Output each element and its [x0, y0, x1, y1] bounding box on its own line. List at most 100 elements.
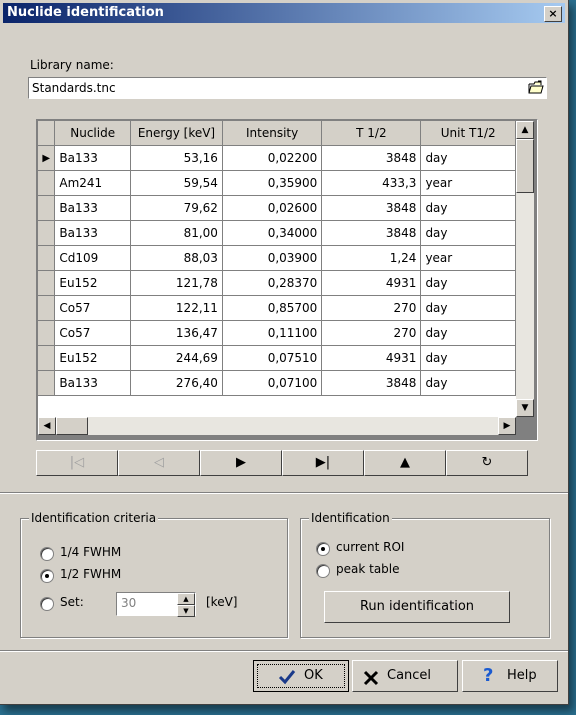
ok-button[interactable]: OK: [253, 660, 349, 692]
scroll-left-icon[interactable]: ◀: [38, 417, 56, 435]
open-file-icon[interactable]: [528, 80, 544, 95]
run-identification-button[interactable]: Run identification: [324, 591, 510, 623]
table-row[interactable]: Cd109 88,03 0,03900 1,24 year: [38, 245, 516, 271]
current-roi-radio[interactable]: [316, 542, 330, 556]
next-record-button[interactable]: ▶: [200, 450, 282, 476]
vertical-scrollbar[interactable]: ▲ ▼: [516, 121, 534, 417]
row-indicator[interactable]: ▶: [38, 145, 56, 171]
prior-record-button[interactable]: ◁: [118, 450, 200, 476]
nuclide-cell[interactable]: Cd109: [54, 245, 132, 271]
nuclide-cell[interactable]: Ba133: [54, 195, 132, 221]
energy-cell[interactable]: 122,11: [130, 295, 223, 321]
half-life-cell[interactable]: 1,24: [321, 245, 422, 271]
intensity-cell[interactable]: 0,28370: [222, 270, 323, 296]
table-row[interactable]: Eu152 121,78 0,28370 4931 day: [38, 270, 516, 296]
half-life-cell[interactable]: 3848: [321, 145, 422, 171]
table-row[interactable]: Ba133 81,00 0,34000 3848 day: [38, 220, 516, 246]
scroll-up-icon[interactable]: ▲: [516, 121, 534, 139]
unit-cell[interactable]: year: [420, 245, 516, 271]
nuclide-cell[interactable]: Co57: [54, 295, 132, 321]
column-header-energy[interactable]: Energy [keV]: [130, 121, 223, 146]
unit-cell[interactable]: day: [420, 295, 516, 321]
table-row[interactable]: Eu152 244,69 0,07510 4931 day: [38, 345, 516, 371]
row-indicator[interactable]: [38, 170, 56, 196]
horizontal-scroll-thumb[interactable]: [56, 417, 88, 435]
row-indicator[interactable]: [38, 270, 56, 296]
half-fwhm-radio[interactable]: [40, 569, 54, 583]
column-header-unit[interactable]: Unit T1/2: [420, 121, 516, 146]
spin-up-icon[interactable]: ▲: [177, 593, 195, 605]
title-bar[interactable]: Nuclide identification ×: [3, 3, 565, 23]
unit-cell[interactable]: year: [420, 170, 516, 196]
row-indicator[interactable]: [38, 195, 56, 221]
nuclide-cell[interactable]: Co57: [54, 320, 132, 346]
row-indicator[interactable]: [38, 320, 56, 346]
unit-cell[interactable]: day: [420, 370, 516, 396]
half-life-cell[interactable]: 4931: [321, 270, 422, 296]
refresh-button[interactable]: ↻: [446, 450, 528, 476]
cancel-button[interactable]: Cancel: [352, 660, 458, 692]
intensity-cell[interactable]: 0,34000: [222, 220, 323, 246]
half-life-cell[interactable]: 270: [321, 320, 422, 346]
intensity-cell[interactable]: 0,07510: [222, 345, 323, 371]
unit-cell[interactable]: day: [420, 345, 516, 371]
energy-cell[interactable]: 79,62: [130, 195, 223, 221]
table-row[interactable]: Co57 136,47 0,11100 270 day: [38, 320, 516, 346]
intensity-cell[interactable]: 0,11100: [222, 320, 323, 346]
unit-cell[interactable]: day: [420, 320, 516, 346]
quarter-fwhm-radio[interactable]: [40, 547, 54, 561]
unit-cell[interactable]: day: [420, 195, 516, 221]
up-button[interactable]: ▲: [364, 450, 446, 476]
row-indicator[interactable]: [38, 370, 56, 396]
first-record-button[interactable]: |◁: [36, 450, 118, 476]
unit-cell[interactable]: day: [420, 270, 516, 296]
row-indicator[interactable]: [38, 245, 56, 271]
table-row[interactable]: ▶ Ba133 53,16 0,02200 3848 day: [38, 145, 516, 171]
intensity-cell[interactable]: 0,07100: [222, 370, 323, 396]
table-row[interactable]: Am241 59,54 0,35900 433,3 year: [38, 170, 516, 196]
set-radio[interactable]: [40, 597, 54, 611]
intensity-cell[interactable]: 0,02600: [222, 195, 323, 221]
spin-down-icon[interactable]: ▼: [177, 605, 195, 617]
unit-cell[interactable]: day: [420, 220, 516, 246]
energy-cell[interactable]: 276,40: [130, 370, 223, 396]
set-value-spinner[interactable]: 30 ▲ ▼: [116, 592, 196, 617]
half-life-cell[interactable]: 270: [321, 295, 422, 321]
nuclide-cell[interactable]: Ba133: [54, 370, 132, 396]
last-record-button[interactable]: ▶|: [282, 450, 364, 476]
unit-cell[interactable]: day: [420, 145, 516, 171]
half-life-cell[interactable]: 3848: [321, 195, 422, 221]
nuclide-table[interactable]: Nuclide Energy [keV] Intensity T 1/2 Uni…: [36, 119, 538, 441]
nuclide-cell[interactable]: Am241: [54, 170, 132, 196]
column-header-half-life[interactable]: T 1/2: [321, 121, 422, 146]
energy-cell[interactable]: 53,16: [130, 145, 223, 171]
half-life-cell[interactable]: 3848: [321, 370, 422, 396]
nuclide-cell[interactable]: Eu152: [54, 270, 132, 296]
energy-cell[interactable]: 88,03: [130, 245, 223, 271]
close-button[interactable]: ×: [544, 6, 562, 22]
half-life-cell[interactable]: 4931: [321, 345, 422, 371]
scroll-right-icon[interactable]: ▶: [498, 417, 516, 435]
energy-cell[interactable]: 136,47: [130, 320, 223, 346]
vertical-scroll-thumb[interactable]: [516, 139, 534, 193]
energy-cell[interactable]: 81,00: [130, 220, 223, 246]
row-indicator[interactable]: [38, 295, 56, 321]
energy-cell[interactable]: 121,78: [130, 270, 223, 296]
half-life-cell[interactable]: 3848: [321, 220, 422, 246]
half-life-cell[interactable]: 433,3: [321, 170, 422, 196]
help-button[interactable]: ? Help: [462, 660, 558, 692]
intensity-cell[interactable]: 0,03900: [222, 245, 323, 271]
library-name-field[interactable]: Standards.tnc: [28, 77, 547, 99]
scroll-down-icon[interactable]: ▼: [516, 399, 534, 417]
intensity-cell[interactable]: 0,85700: [222, 295, 323, 321]
nuclide-cell[interactable]: Ba133: [54, 145, 132, 171]
nuclide-cell[interactable]: Eu152: [54, 345, 132, 371]
intensity-cell[interactable]: 0,35900: [222, 170, 323, 196]
energy-cell[interactable]: 59,54: [130, 170, 223, 196]
nuclide-cell[interactable]: Ba133: [54, 220, 132, 246]
energy-cell[interactable]: 244,69: [130, 345, 223, 371]
table-row[interactable]: Ba133 79,62 0,02600 3848 day: [38, 195, 516, 221]
intensity-cell[interactable]: 0,02200: [222, 145, 323, 171]
row-indicator[interactable]: [38, 345, 56, 371]
column-header-intensity[interactable]: Intensity: [222, 121, 323, 146]
